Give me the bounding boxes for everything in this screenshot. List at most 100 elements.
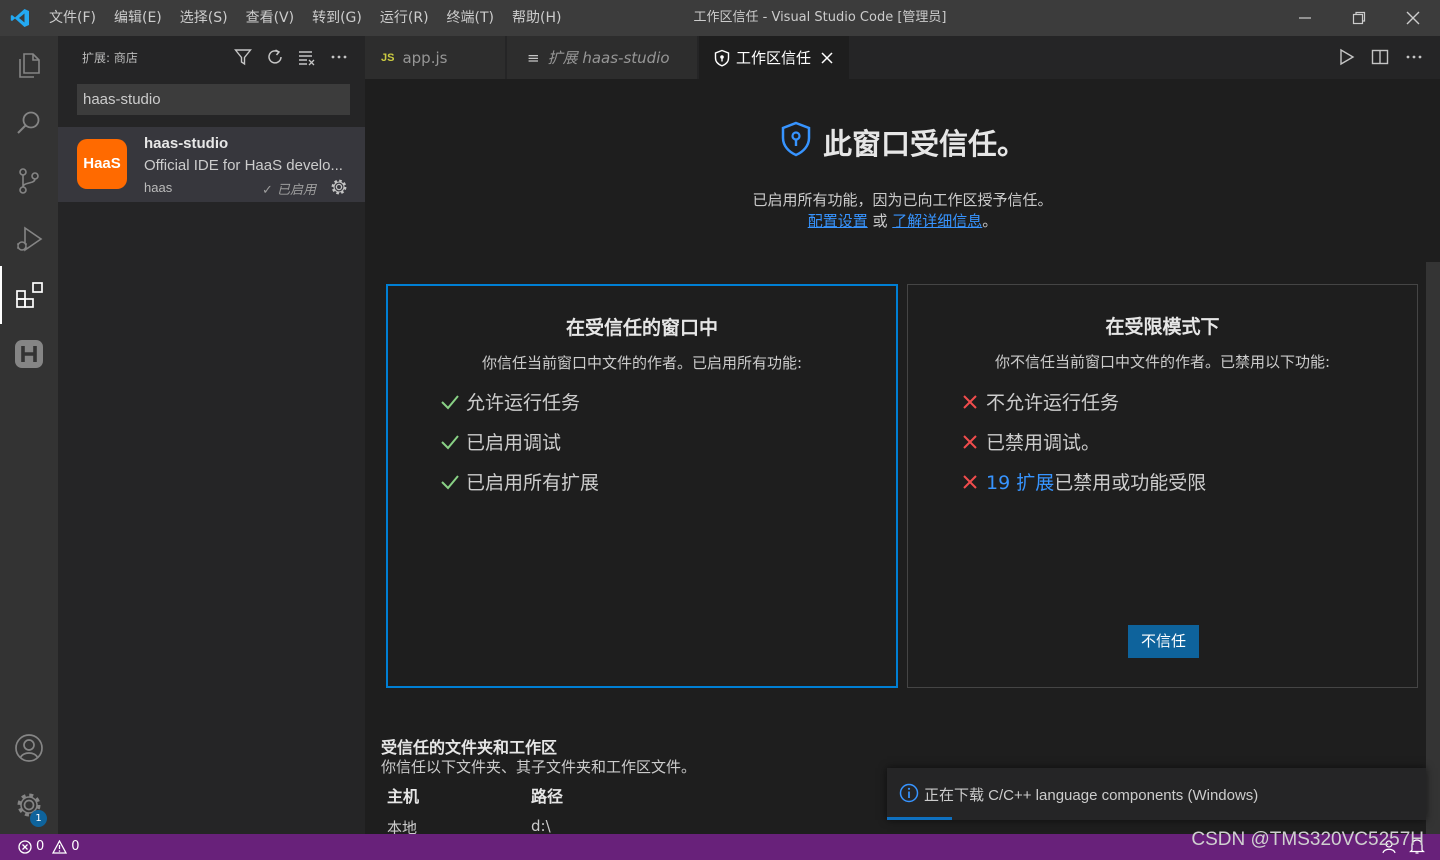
manage-badge: 1 (30, 810, 47, 827)
run-icon[interactable] (1334, 46, 1358, 68)
info-icon (899, 783, 919, 807)
csdn-watermark: CSDN @TMS320VC5257H (1191, 829, 1424, 850)
restricted-card-subtitle: 你不信任当前窗口中文件的作者。已禁用以下功能: (994, 353, 1331, 371)
sidebar-title: 扩展: 商店 (82, 51, 138, 65)
column-header-path: 路径 (531, 787, 564, 806)
cross-icon (958, 394, 982, 410)
feature-item: 已禁用调试。 (958, 428, 1100, 455)
minimize-icon[interactable] (1278, 0, 1332, 36)
restore-icon[interactable] (1332, 0, 1386, 36)
menu-terminal[interactable]: 终端(T) (438, 0, 503, 36)
editor-more-icon[interactable] (1402, 46, 1426, 68)
feature-label: 不允许运行任务 (986, 392, 1120, 414)
period-text: 。 (982, 212, 998, 230)
cross-icon (958, 434, 982, 450)
feature-item: 已启用调试 (438, 428, 561, 455)
tab-app-js[interactable]: JS app.js (365, 36, 506, 79)
menu-bar: 文件(F) 编辑(E) 选择(S) 查看(V) 转到(G) 运行(R) 终端(T… (40, 0, 570, 36)
close-tab-icon[interactable] (821, 51, 833, 64)
restricted-card: 在受限模式下 你不信任当前窗口中文件的作者。已禁用以下功能: 不允许运行任务 已… (907, 284, 1418, 688)
trusted-folders-subtitle: 你信任以下文件夹、其子文件夹和工作区文件。 (381, 758, 697, 776)
dont-trust-button[interactable]: 不信任 (1128, 625, 1199, 658)
feature-label: 已启用所有扩展 (466, 472, 600, 494)
trust-links: 配置设置 或 了解详细信息。 (365, 210, 1440, 231)
feature-label: 允许运行任务 (466, 392, 581, 414)
activity-bar: 1 (0, 36, 58, 834)
run-debug-icon[interactable] (0, 210, 58, 268)
editor-actions (1334, 46, 1426, 68)
window-title: 工作区信任 - Visual Studio Code [管理员] (693, 10, 947, 25)
feature-label: 已禁用调试。 (986, 432, 1101, 454)
refresh-icon[interactable] (263, 46, 287, 68)
or-text: 或 (867, 212, 893, 230)
more-actions-icon[interactable] (327, 46, 351, 68)
trust-heading: 此窗口受信任。 (365, 121, 1440, 168)
extension-gear-icon[interactable] (330, 178, 348, 196)
extensions-icon[interactable] (0, 266, 58, 324)
tab-label: app.js (402, 48, 448, 67)
error-count: 0 (36, 839, 45, 854)
menu-file[interactable]: 文件(F) (40, 0, 105, 36)
check-icon (438, 474, 462, 490)
extensions-sidebar: 扩展: 商店 HaaS haas-studio Official IDE for… (58, 36, 365, 834)
haas-logo: HaaS (77, 139, 127, 189)
search-icon[interactable] (0, 94, 58, 152)
shield-tab-icon (713, 49, 731, 67)
account-icon[interactable] (0, 719, 58, 777)
configure-settings-link[interactable]: 配置设置 (808, 212, 868, 230)
feature-item: 允许运行任务 (438, 388, 580, 415)
check-icon (438, 434, 462, 450)
progress-bar (887, 817, 952, 820)
sidebar-header: 扩展: 商店 (58, 36, 365, 78)
extension-tab-icon: ≡ (527, 48, 540, 67)
explorer-icon[interactable] (0, 36, 58, 94)
vscode-logo-icon (0, 0, 40, 36)
trust-subtitle: 已启用所有功能，因为已向工作区授予信任。 (752, 191, 1053, 209)
feature-item: 已启用所有扩展 (438, 468, 599, 495)
editor-tab-bar: JS app.js ≡ 扩展 haas-studio 工作区信任 (365, 36, 1440, 79)
menu-selection[interactable]: 选择(S) (171, 0, 237, 36)
window-controls (1278, 0, 1440, 36)
tab-label: 扩展 haas-studio (547, 49, 670, 67)
row-host-cell[interactable]: 本地 (387, 817, 417, 834)
warning-icon (52, 839, 68, 854)
haas-icon[interactable] (0, 325, 58, 383)
js-file-icon: JS (381, 51, 395, 64)
extension-search-input[interactable] (77, 84, 350, 115)
trusted-folders-title: 受信任的文件夹和工作区 (381, 738, 558, 757)
learn-more-link[interactable]: 了解详细信息 (892, 212, 982, 230)
extensions-count-link[interactable]: 19 扩展 (986, 468, 1054, 495)
split-editor-icon[interactable] (1368, 46, 1392, 68)
tab-workspace-trust[interactable]: 工作区信任 (699, 36, 850, 79)
extension-status: ✓ 已启用 (262, 183, 317, 198)
notification-message: 正在下载 C/C++ language components (Windows) (924, 787, 1259, 804)
tab-extension-haas-studio[interactable]: ≡ 扩展 haas-studio (507, 36, 698, 79)
sidebar-actions (231, 46, 351, 68)
shield-icon (779, 121, 813, 164)
column-header-host: 主机 (387, 787, 420, 806)
feature-label: 已禁用或功能受限 (1054, 472, 1207, 494)
menu-run[interactable]: 运行(R) (371, 0, 438, 36)
close-window-icon[interactable] (1386, 0, 1440, 36)
trusted-card-title: 在受信任的窗口中 (565, 317, 718, 339)
check-icon (438, 394, 462, 410)
problems-indicator[interactable]: 0 0 (18, 839, 80, 854)
extension-name: haas-studio (144, 135, 229, 152)
scrollbar[interactable] (1426, 262, 1440, 834)
menu-view[interactable]: 查看(V) (237, 0, 304, 36)
menu-go[interactable]: 转到(G) (303, 0, 371, 36)
feature-item: 不允许运行任务 (958, 388, 1119, 415)
extension-publisher: haas (144, 180, 173, 195)
download-notification: 正在下载 C/C++ language components (Windows) (887, 768, 1426, 820)
error-icon (18, 839, 32, 854)
feature-item: 19 扩展 已禁用或功能受限 (958, 468, 1206, 495)
menu-edit[interactable]: 编辑(E) (105, 0, 171, 36)
cross-icon (958, 474, 982, 490)
source-control-icon[interactable] (0, 152, 58, 210)
trusted-card-subtitle: 你信任当前窗口中文件的作者。已启用所有功能: (481, 354, 803, 372)
clear-results-icon[interactable] (295, 46, 319, 68)
manage-gear-icon[interactable]: 1 (0, 776, 58, 834)
row-path-cell[interactable]: d:\ (531, 817, 551, 834)
extension-list-item[interactable]: HaaS haas-studio Official IDE for HaaS d… (58, 127, 365, 202)
filter-icon[interactable] (231, 46, 255, 68)
